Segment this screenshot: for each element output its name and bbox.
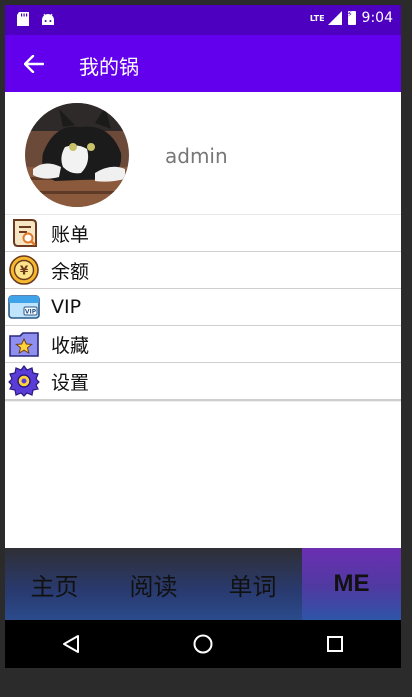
bill-icon [7, 216, 41, 250]
clock: 9:04 [361, 10, 393, 26]
coin-icon: ¥ [7, 253, 41, 287]
bottom-tab-bar: 主页 阅读 单词 ME [5, 548, 401, 620]
system-navigation-bar [5, 620, 401, 668]
tab-me[interactable]: ME [302, 548, 401, 620]
profile-header: admin [5, 92, 401, 213]
menu-item-balance[interactable]: ¥ 余额 [5, 252, 401, 289]
menu-shadow [5, 400, 401, 402]
back-button[interactable] [19, 49, 49, 79]
menu-item-vip[interactable]: VIP VIP [5, 289, 401, 326]
tab-words[interactable]: 单词 [203, 548, 302, 620]
nav-back-button[interactable] [51, 624, 91, 664]
back-triangle-icon [63, 635, 79, 653]
menu-item-label: 账单 [51, 223, 90, 246]
arrow-left-icon [24, 55, 44, 73]
menu-item-label: 设置 [51, 371, 90, 394]
signal-icon [327, 11, 342, 25]
username: admin [165, 144, 228, 168]
app-bar: 我的锅 [5, 35, 401, 92]
recents-square-icon [327, 636, 343, 652]
favorite-folder-icon [7, 327, 41, 361]
tab-reading[interactable]: 阅读 [104, 548, 203, 620]
tab-home[interactable]: 主页 [5, 548, 104, 620]
menu-item-favorites[interactable]: 收藏 [5, 326, 401, 363]
home-circle-icon [193, 634, 213, 654]
avatar[interactable] [25, 103, 129, 207]
svg-text:VIP: VIP [25, 309, 37, 316]
menu-item-label: 余额 [51, 260, 90, 283]
vip-card-icon: VIP [7, 290, 41, 324]
gear-icon [7, 364, 41, 398]
menu-item-bill[interactable]: 账单 [5, 215, 401, 252]
profile-menu: 账单 ¥ 余额 VIP VIP 收藏 设置 [5, 214, 401, 402]
nav-recents-button[interactable] [315, 624, 355, 664]
android-icon [41, 11, 55, 30]
nav-home-button[interactable] [183, 624, 223, 664]
sd-card-icon [17, 11, 29, 30]
page-title: 我的锅 [79, 55, 139, 79]
menu-item-label: VIP [51, 296, 82, 318]
status-bar: LTE 9:04 [5, 5, 401, 35]
device-screen: LTE 9:04 我的锅 [5, 5, 401, 668]
lte-label: LTE [309, 13, 325, 23]
menu-item-label: 收藏 [51, 334, 90, 357]
battery-icon [347, 10, 356, 25]
menu-item-settings[interactable]: 设置 [5, 363, 401, 400]
svg-text:¥: ¥ [20, 264, 29, 278]
